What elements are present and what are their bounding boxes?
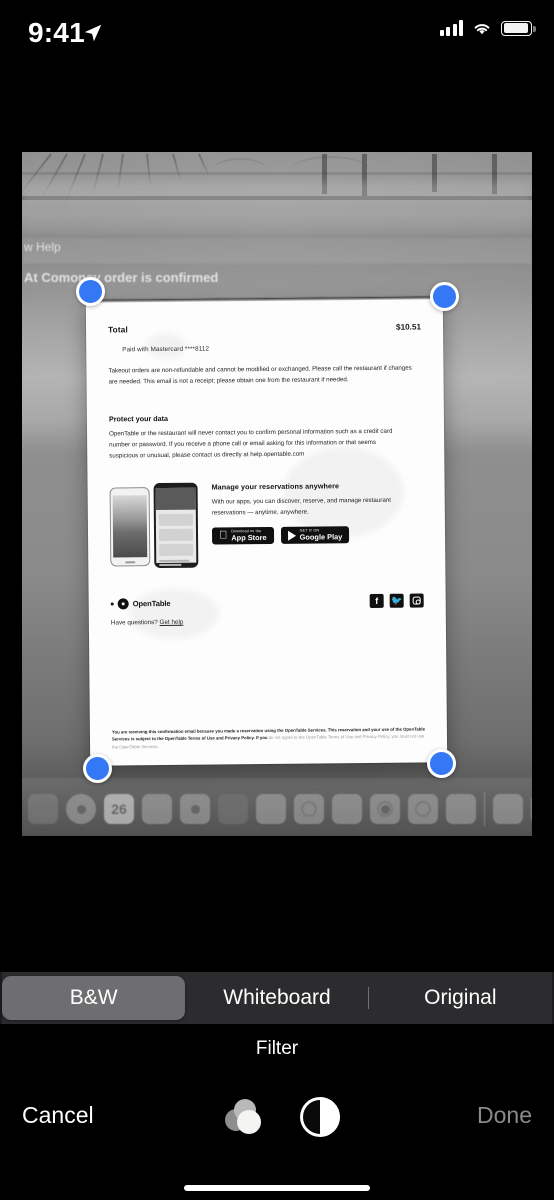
total-amount: $10.51 (395, 322, 422, 332)
crop-handle-bottom-right[interactable] (427, 749, 456, 778)
opentable-logo: OpenTable (110, 598, 171, 610)
payment-method-line: Paid with Mastercard ****8112 (122, 345, 210, 354)
app-store-badge:  Download on the App Store (211, 527, 274, 545)
document-footer: OpenTable f 🐦 (110, 593, 424, 611)
crop-handle-top-right[interactable] (430, 282, 459, 311)
background-menu-text: w Help (24, 240, 61, 254)
google-play-badge-large: Google Play (291, 532, 343, 542)
home-indicator (184, 1185, 370, 1191)
color-filters-icon[interactable] (221, 1096, 265, 1140)
protect-your-data-heading: Protect your data (108, 414, 169, 424)
contrast-icon[interactable] (300, 1097, 340, 1137)
help-prefix: Have questions? (110, 619, 158, 627)
filter-option-bw[interactable]: B&W (2, 976, 186, 1020)
location-arrow-icon (84, 24, 102, 42)
get-help-link: Get help (159, 619, 184, 627)
help-line: Have questions? Get help (111, 617, 424, 627)
bottom-toolbar: Cancel Done (0, 1090, 554, 1200)
status-bar: 9:41 (0, 0, 554, 62)
apple-icon:  (219, 530, 227, 542)
facebook-icon: f (369, 594, 384, 609)
battery-icon (501, 20, 536, 36)
dock-calendar-icon: 26 (104, 794, 134, 824)
protect-your-data-body: OpenTable or the restaurant will never c… (109, 428, 393, 460)
filter-option-whiteboard[interactable]: Whiteboard (185, 976, 369, 1020)
social-links: f 🐦 (369, 593, 424, 609)
phone-mockup-light (109, 487, 151, 567)
background-window-menubar (22, 238, 532, 264)
crop-handle-top-left[interactable] (76, 277, 105, 306)
status-bar-indicators (439, 20, 536, 36)
google-play-badge: GET IT ON Google Play (280, 526, 350, 545)
phone-mockup-dark (153, 483, 199, 569)
app-store-badge-large: App Store (223, 532, 266, 543)
filter-option-whiteboard-label: Whiteboard (223, 986, 331, 1009)
play-triangle-icon (287, 530, 296, 541)
filter-option-original[interactable]: Original (369, 976, 552, 1020)
signal-bars-icon (439, 20, 463, 36)
filter-section-label: Filter (255, 1038, 299, 1059)
filter-segmented-control[interactable]: B&W Whiteboard Original (0, 972, 554, 1024)
app-promo-section: Manage your reservations anywhere With o… (109, 481, 424, 569)
brand-name: OpenTable (132, 598, 171, 609)
background-window-title: At Comoncy order is confirmed (24, 270, 219, 285)
total-label: Total (108, 325, 129, 335)
done-button[interactable]: Done (477, 1102, 532, 1129)
filter-option-original-label: Original (424, 986, 497, 1009)
takeout-notice: Takeout orders are non-refundable and ca… (108, 364, 412, 386)
filter-option-bw-label: B&W (69, 986, 118, 1009)
store-badges:  Download on the App Store GET IT ON Go… (211, 526, 423, 545)
legal-fine-print: You are receiving this confirmation emai… (112, 725, 427, 751)
background-dock: 26 (22, 778, 532, 836)
status-bar-time: 9:41 (28, 17, 85, 48)
scanner-edit-screen: 9:41 w Help At Comoncy order is confirme… (0, 0, 554, 1200)
scanned-document: Total $10.51 Paid with Mastercard ****81… (85, 296, 448, 766)
instagram-icon (409, 593, 424, 609)
promo-heading: Manage your reservations anywhere (211, 481, 340, 492)
phone-mockups (109, 483, 201, 569)
document-total-row: Total $10.51 (108, 323, 421, 335)
promo-body: With our apps, you can discover, reserve… (211, 497, 391, 517)
wifi-icon (474, 23, 490, 34)
twitter-icon: 🐦 (389, 594, 404, 609)
cancel-button[interactable]: Cancel (22, 1102, 94, 1129)
crop-handle-bottom-left[interactable] (83, 754, 112, 783)
